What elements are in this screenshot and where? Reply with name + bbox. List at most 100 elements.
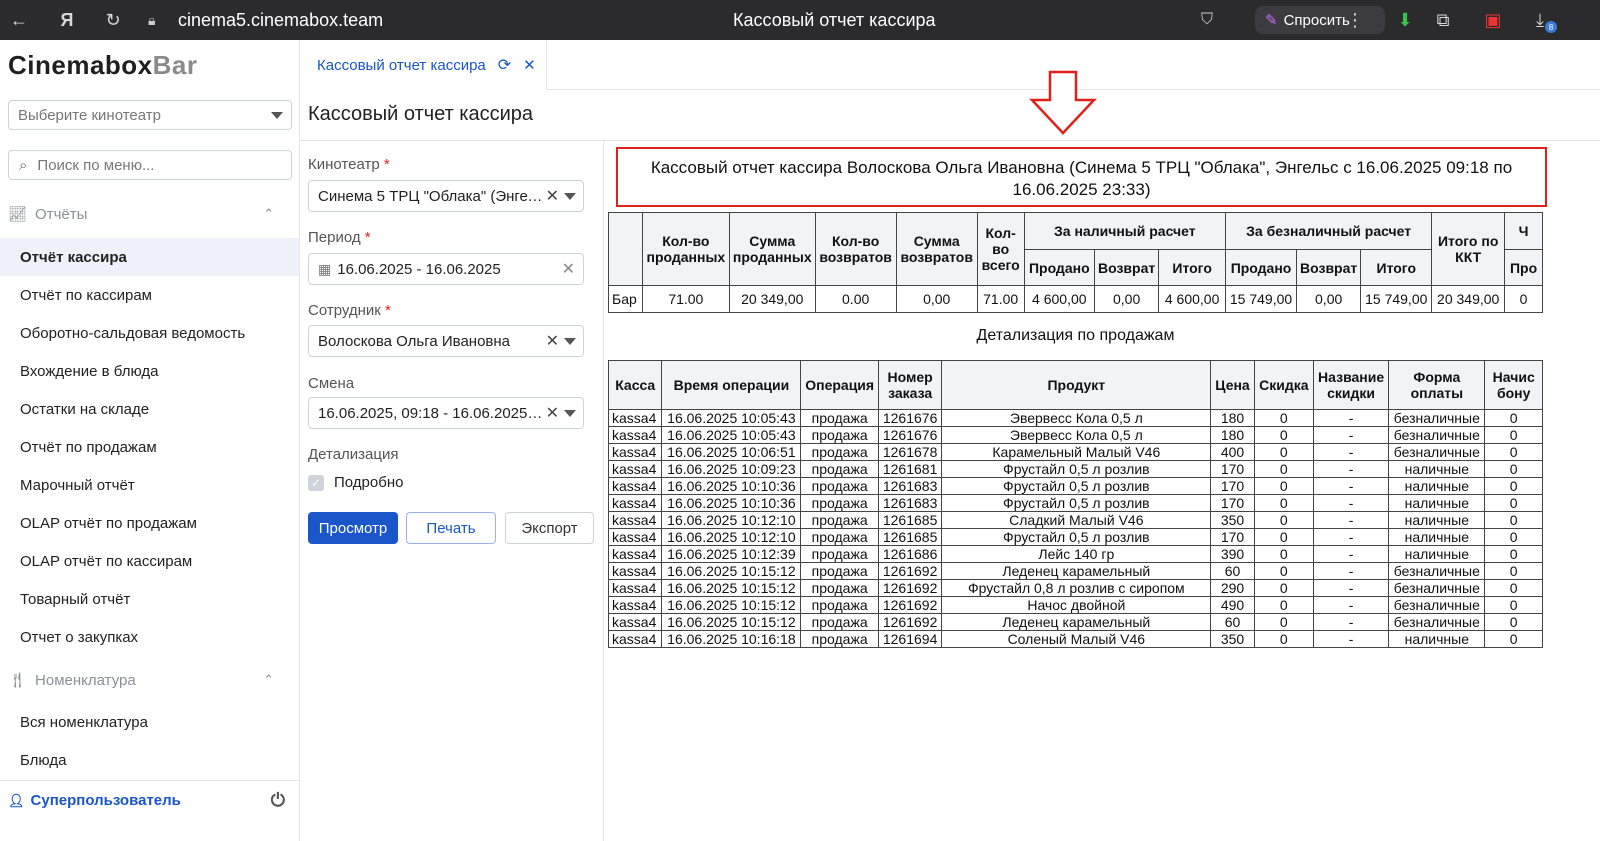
cinema-select-placeholder: Выберите кинотеатр	[18, 106, 161, 124]
table-cell: 16.06.2025 10:12:39	[661, 545, 802, 563]
detail-checkbox-row[interactable]: ✓ Подробно	[308, 474, 403, 491]
menu-item-turnover[interactable]: Оборотно-сальдовая ведомость	[0, 314, 299, 352]
table-cell: продажа	[800, 579, 879, 597]
details-header: Название скидки	[1312, 360, 1390, 410]
details-table-wrap[interactable]: Касса Время операции Операция Номер зака…	[608, 360, 1543, 820]
logo[interactable]: CinemaboxBar	[8, 50, 198, 81]
reload-icon[interactable]: ↻	[98, 5, 128, 35]
caret-down-icon[interactable]	[564, 410, 576, 417]
print-button[interactable]: Печать	[406, 512, 496, 544]
menu-item-brand-report[interactable]: Марочный отчёт	[0, 466, 299, 504]
menu-item-goods-report[interactable]: Товарный отчёт	[0, 580, 299, 618]
table-cell: наличные	[1388, 630, 1486, 648]
summary-row: Бар 71.00 20 349,00 0.00 0,00 71.00 4 60…	[608, 285, 1543, 313]
table-cell: -	[1312, 630, 1390, 648]
user-name: Суперпользователь	[30, 792, 181, 809]
section-nomenclature[interactable]: 🍴︎ Номенклатура ⌃	[8, 666, 292, 694]
table-cell: продажа	[800, 545, 879, 563]
menu-item-stock[interactable]: Остатки на складе	[0, 390, 299, 428]
profile-extension-icon[interactable]: ▣	[1478, 5, 1508, 35]
summary-header: Кол-во проданных	[641, 212, 730, 286]
table-cell: 16.06.2025 10:10:36	[661, 477, 802, 495]
table-cell: 0	[1484, 630, 1543, 648]
address-bar[interactable]: 🔒︎ cinema5.cinemabox.team Кассовый отчет…	[140, 5, 1225, 35]
caret-down-icon[interactable]	[564, 193, 576, 200]
back-icon[interactable]: ←	[4, 5, 34, 35]
downloads-badge: 8	[1545, 21, 1557, 33]
menu-item-all-nomenclature[interactable]: Вся номенклатура	[0, 703, 299, 741]
shift-value: 16.06.2025, 09:18 - 16.06.2025, 23:33	[318, 404, 543, 422]
table-cell: 1261692	[877, 596, 943, 614]
table-row: kassa4 16.06.2025 10:15:12 продажа 1261692 Н…	[608, 596, 1543, 614]
power-icon[interactable]: ⏻	[271, 790, 285, 811]
clear-icon[interactable]: ✕	[562, 259, 575, 279]
summary-subheader: Продано	[1023, 249, 1095, 286]
menu-item-dishes[interactable]: Блюда	[0, 741, 299, 779]
cinema-field[interactable]: Синема 5 ТРЦ "Облака" (Энгельс) ✕	[308, 180, 584, 212]
shift-field[interactable]: 16.06.2025, 09:18 - 16.06.2025, 23:33 ✕	[308, 397, 584, 429]
menu-item-sales-report[interactable]: Отчёт по продажам	[0, 428, 299, 466]
clear-icon[interactable]: ✕	[546, 331, 559, 351]
table-cell: -	[1312, 443, 1390, 461]
table-cell: 1261683	[877, 494, 943, 512]
summary-header-empty	[608, 212, 643, 286]
table-cell: 180	[1210, 426, 1255, 444]
table-cell: продажа	[800, 477, 879, 495]
summary-cell: 4 600,00	[1158, 285, 1227, 313]
user-footer[interactable]: 👤︎ Суперпользователь ⏻	[0, 780, 299, 820]
menu-search-input[interactable]: ⌕ Поиск по меню...	[8, 150, 292, 180]
details-body: kassa4 16.06.2025 10:05:43 продажа 1261676 Э…	[608, 409, 1543, 648]
table-cell: Лейс 140 гр	[941, 545, 1212, 563]
download-extension-icon[interactable]: ⬇	[1390, 5, 1420, 35]
menu-item-purchases[interactable]: Отчет о закупках	[0, 618, 299, 656]
summary-subheader: Итого	[1360, 249, 1433, 286]
table-cell: kassa4	[608, 443, 663, 461]
cinema-value: Синема 5 ТРЦ "Облака" (Энгельс)	[318, 187, 543, 205]
menu-item-olap-cashiers[interactable]: OLAP отчёт по кассирам	[0, 542, 299, 580]
table-cell: 0	[1484, 579, 1543, 597]
table-row: kassa4 16.06.2025 10:12:10 продажа 1261685 С…	[608, 511, 1543, 529]
table-cell: 350	[1210, 511, 1255, 529]
table-cell: наличные	[1388, 494, 1486, 512]
tab-label: Кассовый отчет кассира	[317, 56, 486, 74]
section-reports-label: Отчёты	[35, 205, 88, 223]
menu-item-dish-entry[interactable]: Вхождение в блюда	[0, 352, 299, 390]
extensions-icon[interactable]: ⧉	[1428, 5, 1458, 35]
table-cell: 0	[1253, 613, 1314, 631]
table-row: kassa4 16.06.2025 10:15:12 продажа 1261692 Ф…	[608, 579, 1543, 597]
export-button[interactable]: Экспорт	[505, 512, 594, 544]
caret-down-icon[interactable]	[564, 338, 576, 345]
view-button[interactable]: Просмотр	[308, 512, 398, 544]
table-cell: 390	[1210, 545, 1255, 563]
menu-item-cashier-report[interactable]: Отчёт кассира	[0, 238, 299, 276]
table-cell: -	[1312, 494, 1390, 512]
chart-icon: 📈︎	[8, 206, 28, 223]
bookmark-icon[interactable]: ⛉	[1201, 11, 1213, 29]
table-cell: 0	[1253, 409, 1314, 427]
chevron-up-icon: ⌃	[263, 206, 274, 221]
tab-cashier-report[interactable]: Кассовый отчет кассира ⟳ ✕	[300, 40, 547, 90]
employee-field[interactable]: Волоскова Ольга Ивановна ✕	[308, 325, 584, 357]
table-cell: 0	[1253, 426, 1314, 444]
section-reports[interactable]: 📈︎ Отчёты ⌃	[8, 200, 292, 228]
table-row: kassa4 16.06.2025 10:05:43 продажа 1261676 Э…	[608, 426, 1543, 444]
period-field[interactable]: ▦ 16.06.2025 - 16.06.2025 ✕	[308, 253, 584, 285]
menu-item-cashiers-report[interactable]: Отчёт по кассирам	[0, 276, 299, 314]
yandex-icon[interactable]: Я	[52, 5, 82, 35]
refresh-icon[interactable]: ⟳	[498, 55, 511, 75]
period-value: 16.06.2025 - 16.06.2025	[337, 260, 501, 278]
table-cell: 0	[1484, 511, 1543, 529]
menu-item-olap-sales[interactable]: OLAP отчёт по продажам	[0, 504, 299, 542]
summary-header: За безналичный расчет	[1225, 212, 1433, 250]
cinema-select[interactable]: Выберите кинотеатр	[8, 100, 292, 130]
checkbox-checked-icon[interactable]: ✓	[308, 474, 324, 491]
table-cell: 16.06.2025 10:15:12	[661, 562, 802, 580]
sidebar: CinemaboxBar Выберите кинотеатр ⌕ Поиск …	[0, 40, 300, 841]
table-cell: Леденец карамельный	[941, 613, 1212, 631]
clear-icon[interactable]: ✕	[546, 186, 559, 206]
table-cell: -	[1312, 511, 1390, 529]
clear-icon[interactable]: ✕	[546, 403, 559, 423]
summary-cell: 71.00	[976, 285, 1025, 313]
close-icon[interactable]: ✕	[523, 56, 536, 74]
more-icon[interactable]: ⋮	[1340, 5, 1370, 35]
